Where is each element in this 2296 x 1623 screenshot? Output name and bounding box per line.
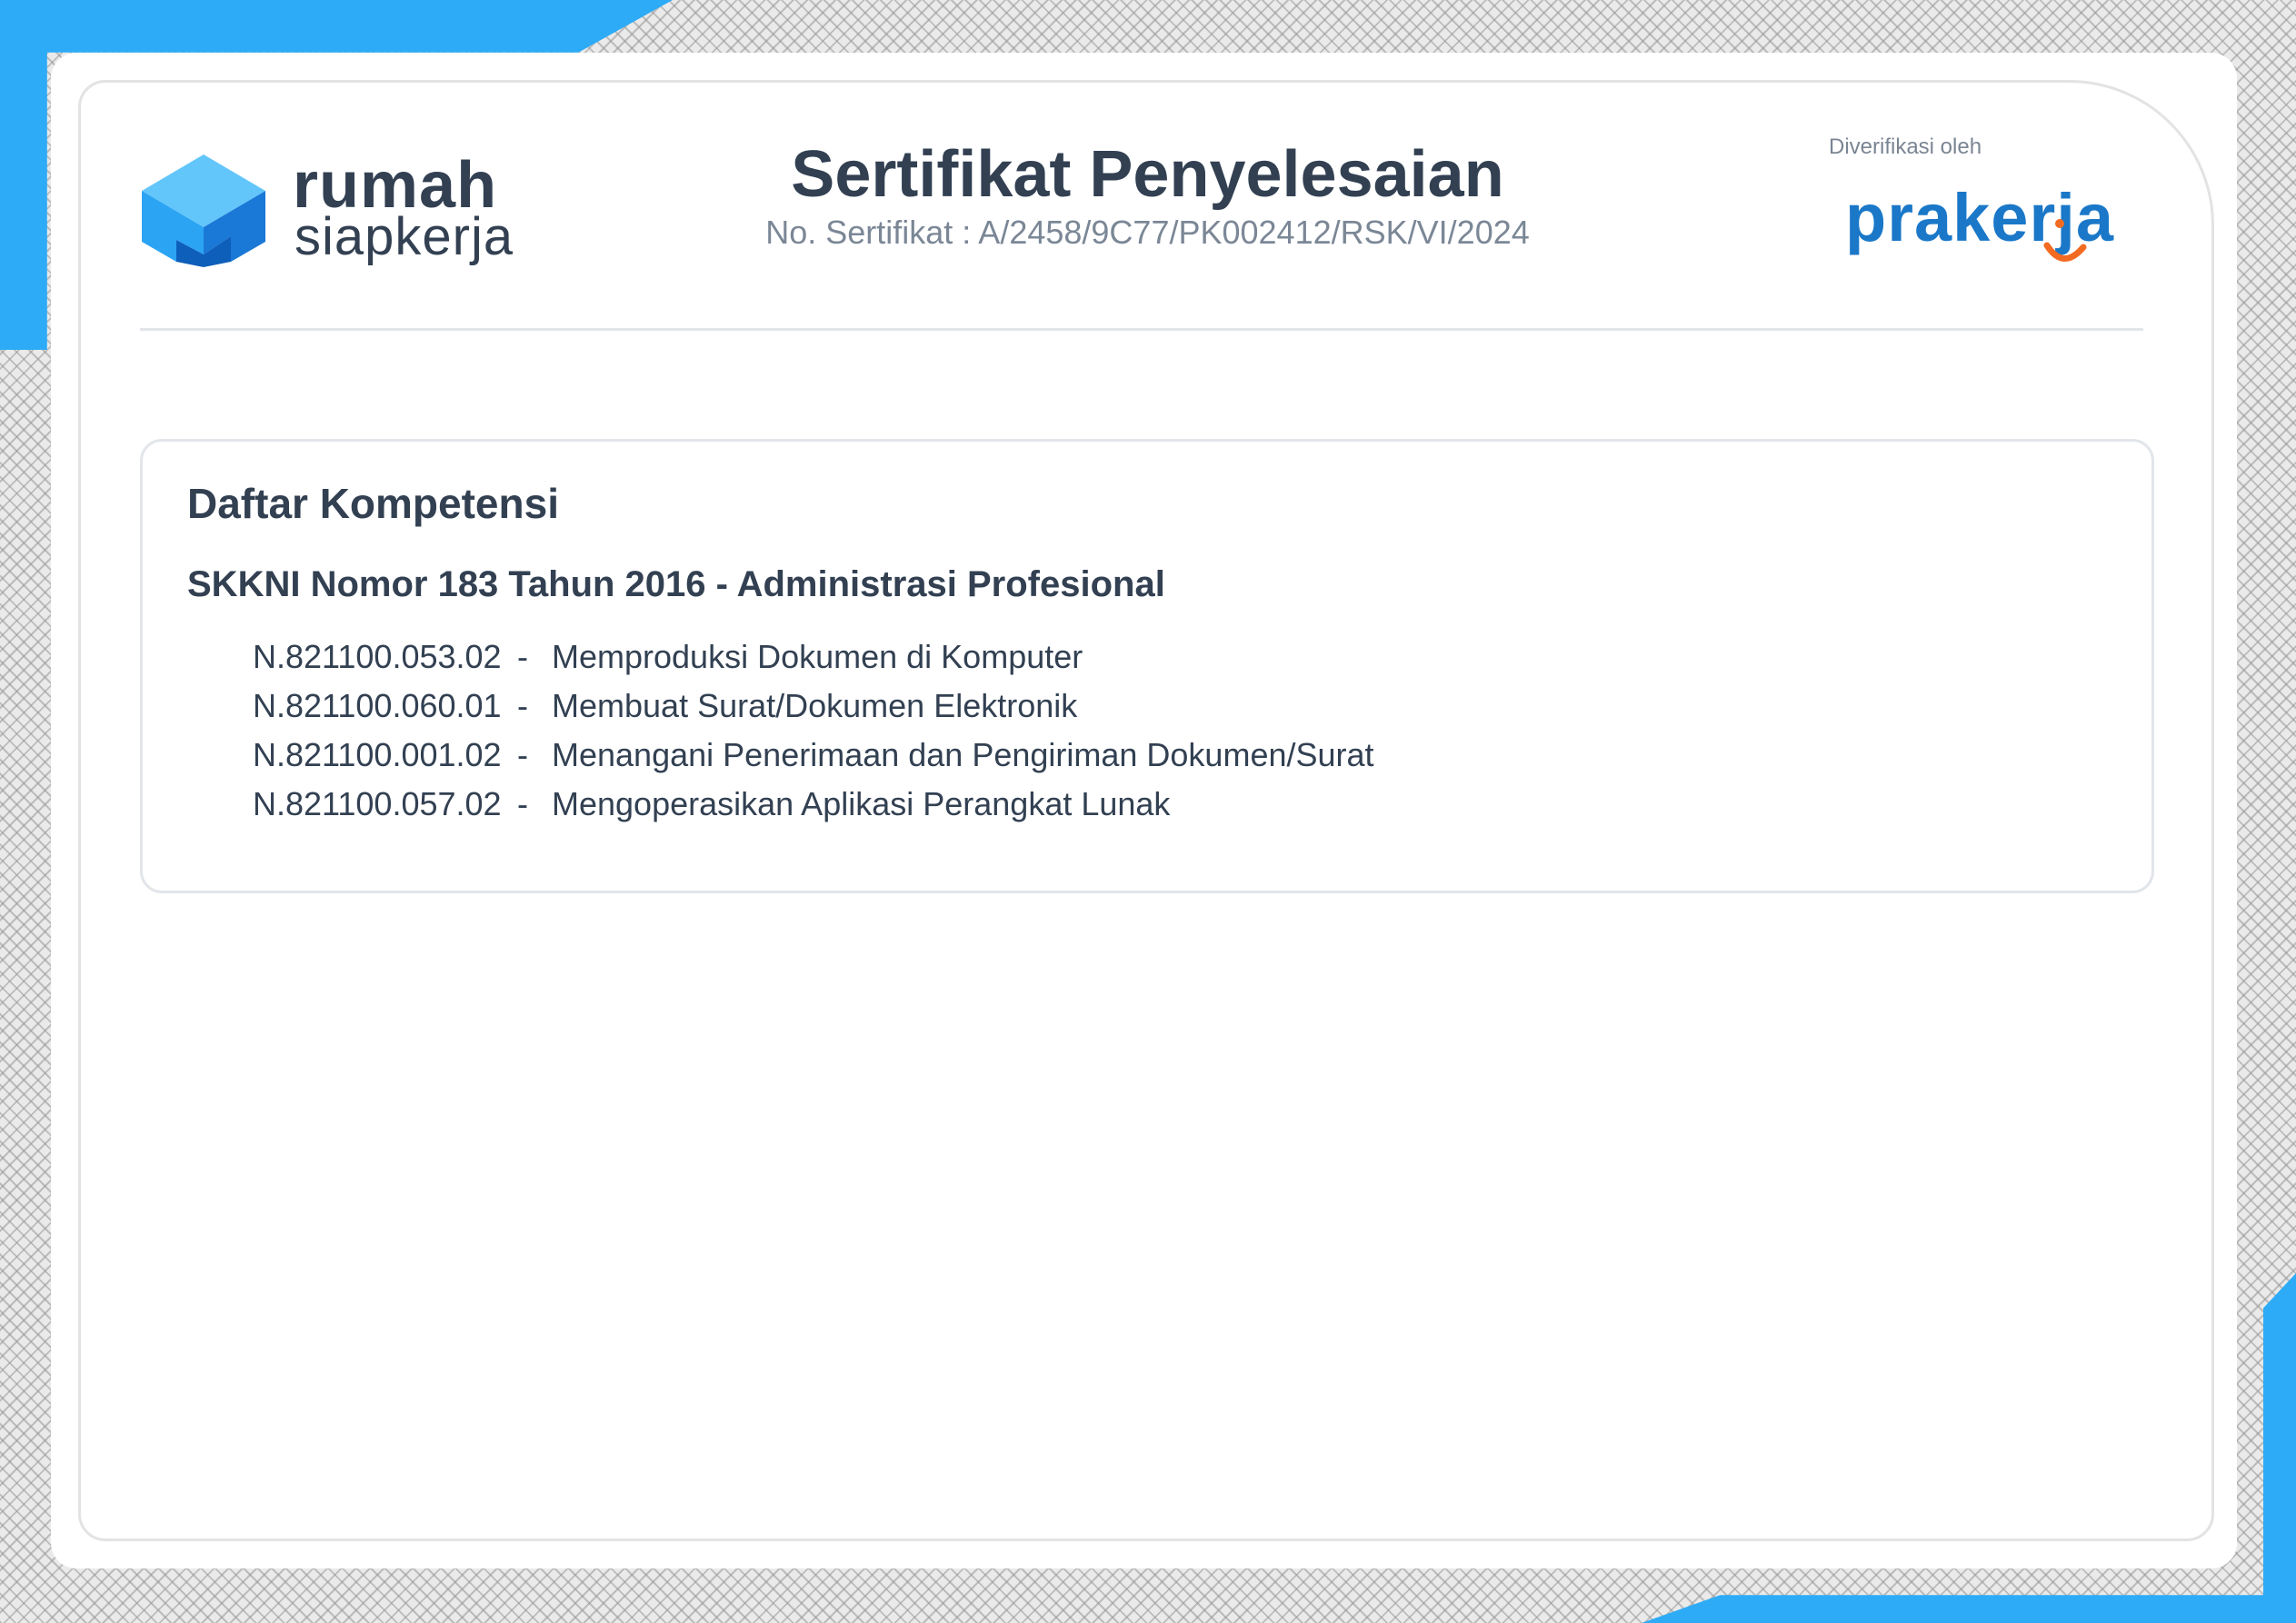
header-divider bbox=[140, 328, 2143, 331]
prakerja-logo: prakerja bbox=[1845, 182, 2136, 273]
unit-code: N.821100.001.02 bbox=[253, 736, 502, 773]
certificate-number: No. Sertifikat : A/2458/9C77/PK002412/RS… bbox=[765, 214, 1530, 251]
unit-separator: - bbox=[517, 785, 528, 822]
brand-line-2: siapkerja bbox=[294, 207, 514, 266]
competency-unit-list: N.821100.053.02- Memproduksi Dokumen di K… bbox=[253, 632, 1374, 829]
competency-card: Daftar Kompetensi SKKNI Nomor 183 Tahun … bbox=[140, 439, 2154, 893]
competency-standard: SKKNI Nomor 183 Tahun 2016 - Administras… bbox=[187, 564, 1165, 604]
unit-separator: - bbox=[517, 638, 528, 675]
unit-name: Membuat Surat/Dokumen Elektronik bbox=[552, 687, 1078, 724]
verified-by-label: Diverifikasi oleh bbox=[1829, 134, 1982, 159]
cube-house-icon bbox=[142, 154, 265, 267]
unit-separator: - bbox=[517, 736, 528, 773]
unit-name: Menangani Penerimaan dan Pengiriman Doku… bbox=[552, 736, 1374, 773]
competency-heading: Daftar Kompetensi bbox=[187, 480, 559, 527]
page-title: Sertifikat Penyelesaian bbox=[791, 138, 1504, 211]
list-item: N.821100.001.02- Menangani Penerimaan dan… bbox=[253, 731, 1374, 780]
list-item: N.821100.060.01- Membuat Surat/Dokumen El… bbox=[253, 682, 1374, 731]
unit-separator: - bbox=[517, 687, 528, 724]
rumah-siapkerja-logo: rumah siapkerja bbox=[140, 153, 540, 280]
unit-code: N.821100.053.02 bbox=[253, 638, 502, 675]
unit-name: Memproduksi Dokumen di Komputer bbox=[552, 638, 1083, 675]
unit-code: N.821100.057.02 bbox=[253, 785, 502, 822]
unit-name: Mengoperasikan Aplikasi Perangkat Lunak bbox=[552, 785, 1171, 822]
unit-code: N.821100.060.01 bbox=[253, 687, 502, 724]
title-block: Sertifikat Penyelesaian No. Sertifikat :… bbox=[636, 136, 1659, 253]
list-item: N.821100.053.02- Memproduksi Dokumen di K… bbox=[253, 632, 1374, 682]
list-item: N.821100.057.02- Mengoperasikan Aplikasi … bbox=[253, 780, 1374, 829]
prakerja-smile-icon bbox=[2043, 219, 2087, 262]
